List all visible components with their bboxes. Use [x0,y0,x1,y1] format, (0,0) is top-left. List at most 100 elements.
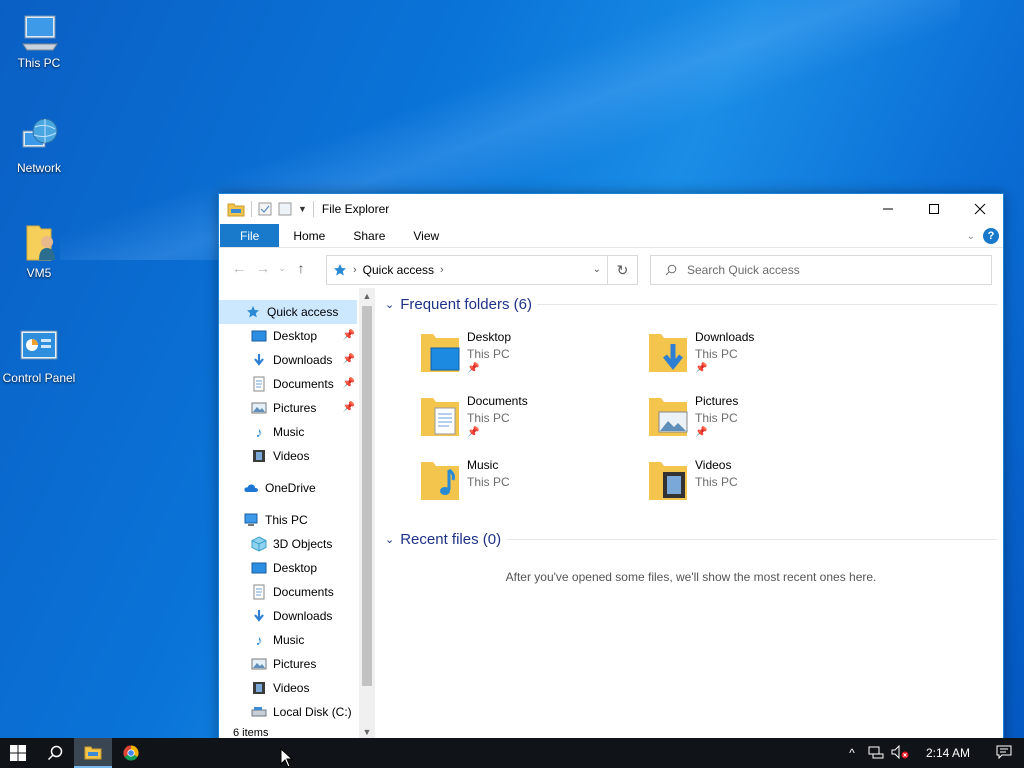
help-button[interactable]: ? [983,228,999,244]
folder-location: This PC [695,411,738,425]
nav-quick-access[interactable]: Quick access [219,300,357,324]
customize-toolbar-chevron-icon[interactable]: ▼ [298,204,307,214]
tab-home[interactable]: Home [279,224,339,247]
up-button[interactable]: ↑ [289,256,313,280]
arrow-right-icon: → [256,260,270,276]
nav-this-pc[interactable]: This PC [219,508,357,532]
desktop-icon-label: Network [16,161,61,175]
nav-pc-downloads[interactable]: Downloads [219,604,357,628]
pictures-folder-icon [649,398,688,436]
music-folder-icon [421,462,459,500]
pin-icon[interactable]: 📌 [343,354,355,365]
title-bar[interactable]: ▼ File Explorer [219,194,1003,224]
folder-tile-pictures[interactable]: Pictures This PC 📌 [647,394,847,450]
new-folder-icon[interactable] [278,202,292,216]
nav-pc-documents[interactable]: Documents [219,580,357,604]
nav-label: Quick access [267,305,339,319]
navigation-pane: Quick access Desktop 📌 Downloads 📌 Docum… [219,288,375,740]
address-dropdown-icon[interactable]: ⌄ [593,264,601,275]
star-icon [334,264,346,276]
folder-tile-music[interactable]: Music This PC [419,458,619,514]
documents-folder-icon [421,398,459,436]
close-icon [974,203,986,215]
group-divider [507,539,997,540]
refresh-button[interactable]: ↻ [607,256,637,284]
folder-location: This PC [695,347,738,361]
nav-quick-music[interactable]: ♪ Music [219,420,357,444]
nav-quick-downloads[interactable]: Downloads 📌 [219,348,357,372]
navigation-bar: ← → ⌄ ↑ › Quick access › ⌄ ↻ Search Quic… [219,248,1003,288]
arrow-up-icon: ↑ [297,260,305,276]
back-button[interactable]: ← [227,256,251,280]
frequent-folders-header[interactable]: ⌄ Frequent folders (6) [385,296,532,313]
desktop-icon-control-panel[interactable]: Control Panel [0,325,78,385]
nav-pc-desktop[interactable]: Desktop [219,556,357,580]
clock[interactable]: 2:14 AM [912,746,984,760]
nav-pc-music[interactable]: ♪ Music [219,628,357,652]
window-title: File Explorer [321,202,390,216]
nav-label: Videos [273,681,310,695]
forward-button[interactable]: → [251,256,275,280]
toolbar-separator [251,201,252,217]
nav-label: This PC [265,513,308,527]
folder-tile-videos[interactable]: Videos This PC [647,458,847,514]
folder-tile-documents[interactable]: Documents This PC 📌 [419,394,619,450]
recent-files-header[interactable]: ⌄ Recent files (0) [385,531,501,548]
pin-icon[interactable]: 📌 [343,330,355,341]
ribbon-tabs: File Home Share View ⌄ ? [219,224,1003,248]
picture-icon [251,400,267,416]
mouse-cursor-icon [280,748,294,768]
nav-quick-pictures[interactable]: Pictures 📌 [219,396,357,420]
close-button[interactable] [957,194,1003,224]
desktop-icon-vm5[interactable]: VM5 [0,220,78,280]
nav-label: Pictures [273,657,317,671]
tab-share[interactable]: Share [339,224,399,247]
folder-tile-downloads[interactable]: Downloads This PC 📌 [647,330,847,386]
maximize-button[interactable] [911,194,957,224]
nav-label: OneDrive [265,481,316,495]
expand-ribbon-chevron-icon[interactable]: ⌄ [967,231,975,242]
folder-tile-desktop[interactable]: Desktop This PC 📌 [419,330,619,386]
nav-quick-documents[interactable]: Documents 📌 [219,372,357,396]
pin-icon[interactable]: 📌 [343,378,355,389]
properties-icon[interactable] [258,202,272,216]
pin-icon[interactable]: 📌 [343,402,355,413]
nav-label: Pictures [273,401,317,415]
nav-pc-3d-objects[interactable]: 3D Objects [219,532,357,556]
nav-label: Downloads [273,609,333,623]
refresh-icon: ↻ [616,261,629,278]
minimize-button[interactable] [865,194,911,224]
taskbar-file-explorer[interactable] [74,738,112,768]
volume-muted-icon[interactable] [888,744,912,762]
desktop-icon-this-pc[interactable]: This PC [0,10,78,70]
network-icon[interactable] [864,745,888,762]
nav-pane-scrollbar[interactable]: ▲ ▼ [359,288,375,740]
music-note-icon: ♪ [255,632,263,648]
nav-pc-pictures[interactable]: Pictures [219,652,357,676]
search-icon [665,264,677,276]
search-box[interactable]: Search Quick access [650,255,992,285]
nav-label: Documents [273,377,334,391]
nav-pc-local-disk[interactable]: Local Disk (C:) [219,700,357,724]
chevron-down-icon: ⌄ [278,262,286,273]
nav-quick-desktop[interactable]: Desktop 📌 [219,324,357,348]
taskbar-chrome[interactable] [112,738,150,768]
tab-view[interactable]: View [399,224,453,247]
breadcrumb-quick-access[interactable]: Quick access [363,263,434,277]
nav-quick-videos[interactable]: Videos [219,444,357,468]
recent-locations-button[interactable]: ⌄ [275,256,289,280]
nav-pc-videos[interactable]: Videos [219,676,357,700]
taskbar: ^ 2:14 AM [0,738,1024,768]
scroll-up-icon[interactable]: ▲ [359,288,375,304]
scrollbar-thumb[interactable] [362,306,372,686]
control-panel-icon [20,330,58,360]
show-hidden-icons-chevron-icon[interactable]: ^ [840,746,864,760]
nav-onedrive[interactable]: OneDrive [219,476,357,500]
action-center-icon[interactable] [984,745,1024,762]
desktop-icon-network[interactable]: Network [0,115,78,175]
start-button[interactable] [0,738,36,768]
search-button[interactable] [36,738,74,768]
tab-file[interactable]: File [220,224,280,247]
breadcrumb-chevron-icon[interactable]: › [440,264,444,276]
address-bar[interactable]: › Quick access › ⌄ ↻ [326,255,638,285]
